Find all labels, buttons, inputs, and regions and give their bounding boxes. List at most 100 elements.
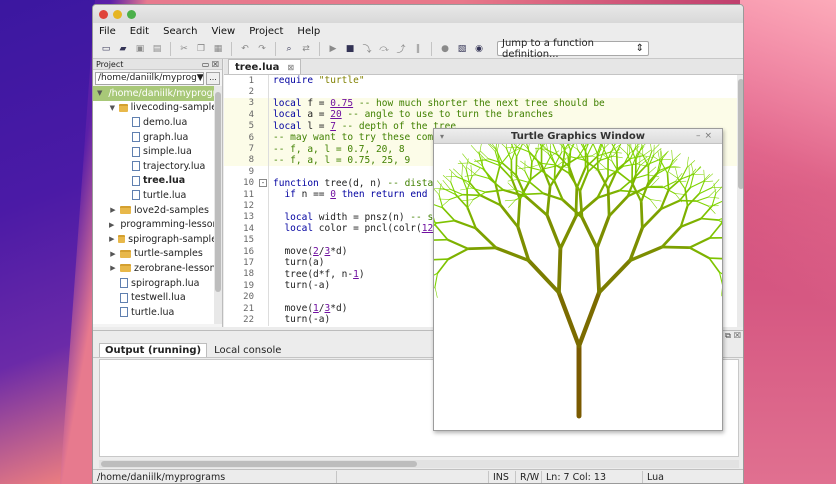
tree-item[interactable]: testwell.lua bbox=[93, 290, 222, 305]
fold-gutter[interactable] bbox=[258, 120, 269, 132]
stack-icon[interactable]: ▧ bbox=[455, 42, 469, 56]
tree-item[interactable]: ▶ turtle-samples bbox=[93, 247, 222, 262]
copy-icon[interactable]: ❐ bbox=[194, 42, 208, 56]
window-controls-icon[interactable]: –× bbox=[696, 131, 716, 141]
menu-search[interactable]: Search bbox=[163, 26, 197, 37]
fold-gutter[interactable] bbox=[258, 234, 269, 246]
tree-item[interactable]: trajectory.lua bbox=[93, 159, 222, 174]
step-out-icon[interactable]: ⤴ bbox=[394, 42, 408, 56]
fold-gutter[interactable] bbox=[258, 166, 269, 178]
tab-tree-lua[interactable]: tree.lua ⊠ bbox=[228, 59, 302, 74]
function-jump-select[interactable]: Jump to a function definition... ⇕ bbox=[497, 38, 649, 60]
tree-branch bbox=[649, 199, 658, 209]
choose-project-button[interactable]: ... bbox=[206, 71, 220, 85]
step-into-icon[interactable]: ⤵ bbox=[360, 42, 374, 56]
cut-icon[interactable]: ✂ bbox=[177, 42, 191, 56]
tree-item[interactable]: demo.lua bbox=[93, 115, 222, 130]
code-line[interactable]: 4 local a = 20 -- angle to use to turn th… bbox=[224, 109, 743, 121]
fold-gutter[interactable] bbox=[258, 75, 269, 87]
find-icon[interactable]: ⌕ bbox=[282, 42, 296, 56]
watch-icon[interactable]: ◉ bbox=[472, 42, 486, 56]
new-file-icon[interactable]: ▭ bbox=[99, 42, 113, 56]
tree-item[interactable]: ▼ livecoding-samples bbox=[93, 101, 222, 116]
run-icon[interactable]: ▶ bbox=[326, 42, 340, 56]
menu-file[interactable]: File bbox=[99, 26, 116, 37]
paste-icon[interactable]: ▦ bbox=[211, 42, 225, 56]
tree-item[interactable]: turtle.lua bbox=[93, 188, 222, 203]
replace-icon[interactable]: ⇄ bbox=[299, 42, 313, 56]
panel-close-icon[interactable]: ▭ ☒ bbox=[202, 60, 219, 69]
panel-float-icon[interactable]: ⧉ bbox=[725, 331, 731, 342]
tree-item[interactable]: ▼ /home/daniilk/myprograms bbox=[93, 86, 222, 101]
minimize-window-button[interactable] bbox=[113, 9, 122, 19]
fold-gutter[interactable] bbox=[258, 291, 269, 303]
fold-gutter[interactable] bbox=[258, 280, 269, 292]
collapsed-arrow-icon[interactable]: ▶ bbox=[109, 250, 117, 258]
save-all-icon[interactable]: ▤ bbox=[150, 42, 164, 56]
expanded-arrow-icon[interactable]: ▼ bbox=[97, 89, 102, 97]
fold-gutter[interactable] bbox=[258, 154, 269, 167]
editor-scrollbar[interactable] bbox=[737, 75, 743, 327]
collapsed-arrow-icon[interactable]: ▶ bbox=[109, 264, 117, 272]
tree-item[interactable]: ▶ zerobrane-lessons bbox=[93, 261, 222, 276]
project-tree-scrollbar[interactable] bbox=[214, 86, 222, 324]
project-path-combo[interactable]: /home/daniilk/myprog ▼ bbox=[95, 71, 204, 85]
fold-gutter[interactable]: - bbox=[258, 177, 269, 189]
window-menu-icon[interactable]: ▾ bbox=[440, 132, 444, 141]
tab-output[interactable]: Output (running) bbox=[99, 343, 208, 357]
step-over-icon[interactable]: ⤼ bbox=[377, 42, 391, 56]
undo-icon[interactable]: ↶ bbox=[238, 42, 252, 56]
fold-gutter[interactable] bbox=[258, 200, 269, 212]
toggle-breakpoint-icon[interactable]: ● bbox=[438, 42, 452, 56]
code-line[interactable]: 2 bbox=[224, 86, 743, 98]
collapsed-arrow-icon[interactable]: ▶ bbox=[109, 206, 117, 214]
fold-gutter[interactable] bbox=[258, 302, 269, 315]
tree-branch bbox=[660, 225, 683, 249]
fold-gutter[interactable] bbox=[258, 223, 269, 235]
expanded-arrow-icon[interactable]: ▼ bbox=[109, 104, 116, 112]
maximize-window-button[interactable] bbox=[127, 9, 136, 19]
menu-view[interactable]: View bbox=[211, 26, 235, 37]
close-window-button[interactable] bbox=[99, 9, 108, 19]
menu-project[interactable]: Project bbox=[249, 26, 283, 37]
code-line[interactable]: 1 require "turtle" bbox=[224, 75, 743, 87]
save-icon[interactable]: ▣ bbox=[133, 42, 147, 56]
tree-item[interactable]: spirograph.lua bbox=[93, 276, 222, 291]
stop-icon[interactable]: ■ bbox=[343, 42, 357, 56]
tree-item[interactable]: ▶ love2d-samples bbox=[93, 203, 222, 218]
tree-item[interactable]: turtle.lua bbox=[93, 305, 222, 320]
turtle-window-titlebar[interactable]: ▾ Turtle Graphics Window –× bbox=[434, 129, 722, 144]
tree-item[interactable]: simple.lua bbox=[93, 144, 222, 159]
fold-gutter[interactable] bbox=[258, 268, 269, 281]
panel-close-icon[interactable]: ☒ bbox=[734, 331, 741, 342]
redo-icon[interactable]: ↷ bbox=[255, 42, 269, 56]
fold-gutter[interactable] bbox=[258, 131, 269, 144]
collapsed-arrow-icon[interactable]: ▶ bbox=[109, 221, 114, 229]
fold-gutter[interactable] bbox=[258, 97, 269, 110]
fold-gutter[interactable] bbox=[258, 109, 269, 121]
collapsed-arrow-icon[interactable]: ▶ bbox=[109, 235, 115, 243]
tree-item-label: programming-lessons bbox=[120, 219, 222, 231]
menu-help[interactable]: Help bbox=[297, 26, 320, 37]
fold-gutter[interactable] bbox=[258, 314, 269, 326]
fold-gutter[interactable] bbox=[258, 188, 269, 201]
fold-gutter[interactable] bbox=[258, 211, 269, 224]
tab-local-console[interactable]: Local console bbox=[209, 343, 286, 357]
fold-gutter[interactable] bbox=[258, 86, 269, 98]
code-line[interactable]: 3 local f = 0.75 -- how much shorter the … bbox=[224, 97, 743, 110]
fold-gutter[interactable] bbox=[258, 245, 269, 258]
tree-item[interactable]: ▶ spirograph-samples bbox=[93, 232, 222, 247]
fold-gutter[interactable] bbox=[258, 143, 269, 155]
close-tab-icon[interactable]: ⊠ bbox=[287, 63, 294, 72]
tree-branch bbox=[542, 144, 551, 153]
open-file-icon[interactable]: ▰ bbox=[116, 42, 130, 56]
tree-item[interactable]: graph.lua bbox=[93, 130, 222, 145]
output-hscrollbar[interactable] bbox=[99, 460, 739, 468]
fold-gutter[interactable] bbox=[258, 257, 269, 269]
tree-item[interactable]: ▶ programming-lessons bbox=[93, 217, 222, 232]
fold-icon[interactable]: - bbox=[259, 178, 267, 187]
menu-edit[interactable]: Edit bbox=[130, 26, 149, 37]
tree-item[interactable]: tree.lua bbox=[93, 174, 222, 189]
break-icon[interactable]: ‖ bbox=[411, 42, 425, 56]
tree-branch bbox=[457, 162, 471, 164]
